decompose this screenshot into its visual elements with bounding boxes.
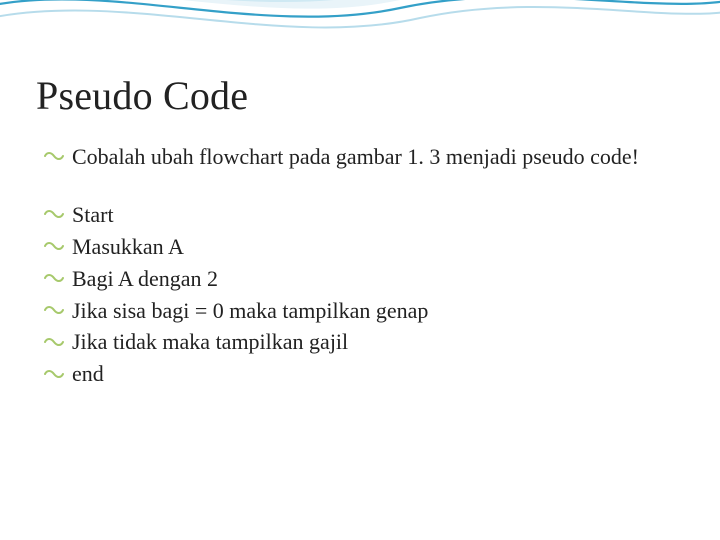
step-item: end: [44, 358, 684, 390]
step-item: Jika sisa bagi = 0 maka tampilkan genap: [44, 295, 684, 327]
step-item: Start: [44, 199, 684, 231]
step-item: Bagi A dengan 2: [44, 263, 684, 295]
step-text: Start: [72, 202, 114, 227]
swirl-bullet-icon: [44, 368, 64, 380]
step-text: end: [72, 361, 104, 386]
slide-content: Pseudo Code Cobalah ubah flowchart pada …: [0, 0, 720, 390]
step-text: Masukkan A: [72, 234, 184, 259]
step-item: Jika tidak maka tampilkan gajil: [44, 326, 684, 358]
bullet-list: Cobalah ubah flowchart pada gambar 1. 3 …: [36, 141, 684, 173]
step-text: Jika sisa bagi = 0 maka tampilkan genap: [72, 298, 428, 323]
swirl-bullet-icon: [44, 208, 64, 220]
swirl-bullet-icon: [44, 304, 64, 316]
step-text: Bagi A dengan 2: [72, 266, 218, 291]
step-item: Masukkan A: [44, 231, 684, 263]
swirl-bullet-icon: [44, 150, 64, 162]
intro-bullet: Cobalah ubah flowchart pada gambar 1. 3 …: [44, 141, 684, 173]
swirl-bullet-icon: [44, 240, 64, 252]
slide-title: Pseudo Code: [36, 72, 684, 119]
steps-list: Start Masukkan A Bagi A dengan 2 Jika si…: [36, 199, 684, 390]
swirl-bullet-icon: [44, 272, 64, 284]
swirl-bullet-icon: [44, 336, 64, 348]
step-text: Jika tidak maka tampilkan gajil: [72, 329, 348, 354]
spacer: [36, 173, 684, 199]
intro-text: Cobalah ubah flowchart pada gambar 1. 3 …: [72, 144, 639, 169]
